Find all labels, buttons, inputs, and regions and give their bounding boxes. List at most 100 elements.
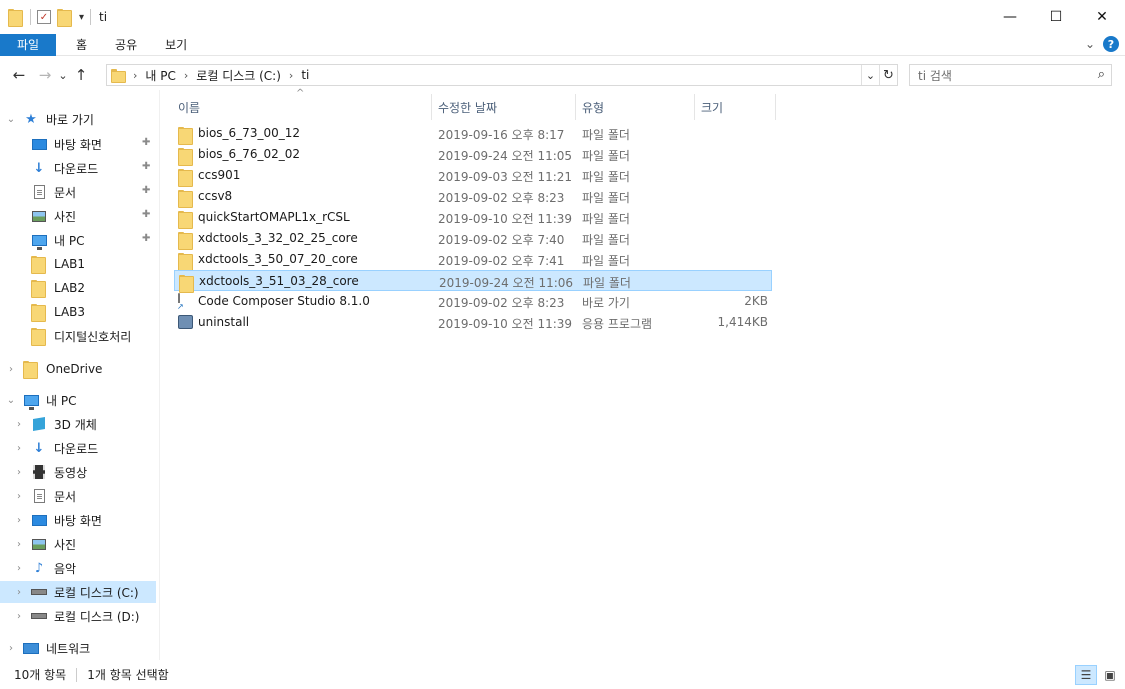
pin-icon[interactable]: ✚ <box>142 161 150 172</box>
pin-icon[interactable]: ✚ <box>142 185 150 196</box>
nav-item-lab2[interactable]: LAB2 <box>30 277 85 299</box>
maximize-button[interactable]: ☐ <box>1033 0 1079 34</box>
new-folder-icon[interactable] <box>57 8 73 27</box>
file-row[interactable]: quickStartOMAPL1x_rCSL 2019-09-10 오전 11:… <box>174 207 772 229</box>
tab-file[interactable]: 파일 <box>0 33 56 56</box>
refresh-icon[interactable]: ↻ <box>879 65 897 85</box>
column-header-name[interactable]: 이름 <box>172 94 432 120</box>
nav-item-documents-pc[interactable]: › 문서 <box>12 485 76 507</box>
column-header-type[interactable]: 유형 <box>576 94 695 120</box>
nav-quick-access[interactable]: ⌄ ★ 바로 가기 <box>4 108 94 130</box>
window-title: ti <box>99 10 108 24</box>
search-input[interactable]: ti 검색 ⌕ <box>909 64 1112 86</box>
nav-this-pc[interactable]: ⌄ 내 PC <box>4 389 76 411</box>
drive-d-icon <box>31 613 47 619</box>
nav-item-drive-c[interactable]: › 로컬 디스크 (C:) <box>0 581 156 603</box>
file-row-selected[interactable]: xdctools_3_51_03_28_core 2019-09-24 오전 1… <box>174 270 772 293</box>
column-header-size[interactable]: 크기 <box>695 94 776 120</box>
nav-item-downloads-pc[interactable]: › ↓ 다운로드 <box>12 437 98 459</box>
nav-label: 동영상 <box>54 465 88 480</box>
status-selected-count: 1개 항목 선택함 <box>87 668 169 682</box>
chevron-right-icon[interactable]: › <box>184 69 188 82</box>
search-icon: ⌕ <box>1097 67 1105 82</box>
file-row[interactable]: ccs901 2019-09-03 오전 11:21 파일 폴더 <box>174 165 772 187</box>
videos-icon <box>33 465 45 479</box>
nav-item-3d-objects[interactable]: › 3D 개체 <box>12 413 97 435</box>
details-view-icon[interactable]: ☰ <box>1075 665 1097 685</box>
large-icons-view-icon[interactable]: ▣ <box>1099 665 1121 685</box>
collapse-icon[interactable]: ⌄ <box>4 114 18 125</box>
chevron-right-icon[interactable]: › <box>133 69 137 82</box>
folder-icon <box>179 274 195 293</box>
nav-item-lab1[interactable]: LAB1 <box>30 253 85 275</box>
3d-objects-icon <box>33 416 45 432</box>
breadcrumb-this-pc[interactable]: 내 PC <box>145 67 175 84</box>
file-name: bios_6_73_00_12 <box>198 126 300 140</box>
address-dropdown-icon[interactable]: ⌄ <box>861 65 879 85</box>
nav-item-desktop-pc[interactable]: › 바탕 화면 <box>12 509 102 531</box>
file-type: 파일 폴더 <box>583 276 631 290</box>
nav-item-pictures-pc[interactable]: › 사진 <box>12 533 76 555</box>
tab-home[interactable]: 홈 <box>62 34 101 56</box>
expand-icon[interactable]: › <box>4 643 18 654</box>
expand-icon[interactable]: › <box>12 611 26 622</box>
back-button[interactable]: ← <box>8 64 30 86</box>
expand-icon[interactable]: › <box>12 419 26 430</box>
file-row[interactable]: bios_6_73_00_12 2019-09-16 오후 8:17 파일 폴더 <box>174 123 772 145</box>
nav-onedrive[interactable]: › OneDrive <box>4 358 102 380</box>
file-row[interactable]: bios_6_76_02_02 2019-09-24 오전 11:05 파일 폴… <box>174 144 772 166</box>
file-row[interactable]: Code Composer Studio 8.1.0 2019-09-02 오후… <box>174 291 772 312</box>
pin-icon[interactable]: ✚ <box>142 137 150 148</box>
expand-icon[interactable]: › <box>12 491 26 502</box>
minimize-button[interactable]: — <box>987 0 1033 34</box>
nav-item-desktop[interactable]: 바탕 화면 ✚ <box>30 133 156 155</box>
pin-icon[interactable]: ✚ <box>142 209 150 220</box>
chevron-right-icon[interactable]: › <box>289 69 293 82</box>
address-bar[interactable]: › 내 PC › 로컬 디스크 (C:) › ti ⌄ ↻ <box>106 64 898 86</box>
tab-view[interactable]: 보기 <box>151 34 201 56</box>
nav-item-lab3[interactable]: LAB3 <box>30 301 85 323</box>
expand-icon[interactable]: › <box>12 563 26 574</box>
nav-item-documents[interactable]: 문서 ✚ <box>30 181 156 203</box>
properties-icon[interactable]: ✓ <box>37 10 51 24</box>
help-icon[interactable]: ? <box>1103 36 1119 52</box>
expand-icon[interactable]: › <box>12 539 26 550</box>
folder-icon <box>31 327 47 346</box>
desktop-icon <box>31 514 47 526</box>
expand-icon[interactable]: › <box>12 515 26 526</box>
nav-label: 문서 <box>54 185 77 200</box>
expand-icon[interactable]: › <box>12 587 26 598</box>
nav-item-this-pc-pinned[interactable]: 내 PC ✚ <box>30 229 156 251</box>
file-type: 파일 폴더 <box>582 170 630 184</box>
expand-icon[interactable]: › <box>4 364 18 375</box>
file-row[interactable]: uninstall 2019-09-10 오전 11:39 응용 프로그램 1,… <box>174 312 772 333</box>
file-row[interactable]: xdctools_3_32_02_25_core 2019-09-02 오후 7… <box>174 228 772 250</box>
qat-dropdown-icon[interactable]: ▾ <box>79 12 84 23</box>
breadcrumb-ti[interactable]: ti <box>301 68 309 82</box>
status-item-count: 10개 항목 <box>14 668 67 682</box>
file-name: bios_6_76_02_02 <box>198 147 300 161</box>
expand-icon[interactable]: › <box>12 443 26 454</box>
download-icon: ↓ <box>33 160 45 176</box>
nav-item-videos[interactable]: › 동영상 <box>12 461 87 483</box>
close-button[interactable]: ✕ <box>1079 0 1125 34</box>
recent-locations-button[interactable]: ⌄ <box>56 64 70 86</box>
ribbon-expand-icon[interactable]: ⌄ <box>1085 37 1095 51</box>
pin-icon[interactable]: ✚ <box>142 233 150 244</box>
nav-item-pictures[interactable]: 사진 ✚ <box>30 205 156 227</box>
qat-separator <box>90 9 92 25</box>
breadcrumb-local-disk-c[interactable]: 로컬 디스크 (C:) <box>196 67 281 84</box>
nav-item-dsp[interactable]: 디지털신호처리 <box>30 325 131 347</box>
expand-icon[interactable]: › <box>12 467 26 478</box>
forward-button[interactable]: → <box>34 64 56 86</box>
file-row[interactable]: ccsv8 2019-09-02 오후 8:23 파일 폴더 <box>174 186 772 208</box>
up-button[interactable]: ↑ <box>70 64 92 86</box>
tab-share[interactable]: 공유 <box>101 34 151 56</box>
nav-item-music[interactable]: › ♪ 음악 <box>12 557 76 579</box>
collapse-icon[interactable]: ⌄ <box>4 395 18 406</box>
nav-network[interactable]: › 네트워크 <box>4 637 90 659</box>
column-header-date[interactable]: 수정한 날짜 <box>432 94 576 120</box>
nav-item-drive-d[interactable]: › 로컬 디스크 (D:) <box>12 605 139 627</box>
nav-item-downloads[interactable]: ↓ 다운로드 ✚ <box>30 157 156 179</box>
file-row[interactable]: xdctools_3_50_07_20_core 2019-09-02 오후 7… <box>174 249 772 271</box>
